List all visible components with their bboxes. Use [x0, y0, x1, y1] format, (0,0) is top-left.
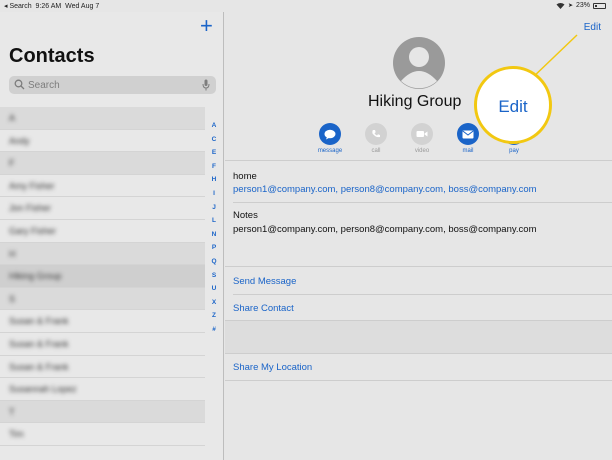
share-location-link[interactable]: Share My Location	[233, 362, 312, 373]
section-header: A	[0, 107, 205, 130]
divider	[233, 202, 612, 203]
section-header: F	[0, 152, 205, 175]
list-item[interactable]: Gary Fisher	[0, 220, 205, 243]
divider	[225, 266, 612, 267]
microphone-icon[interactable]	[202, 79, 210, 91]
section-header: H	[0, 242, 205, 266]
status-date: Wed Aug 7	[65, 3, 100, 10]
edit-callout: Edit	[474, 66, 552, 144]
index-letter[interactable]: I	[207, 187, 221, 201]
status-left: ◂ Search 9:26 AM Wed Aug 7	[4, 2, 99, 10]
index-letter[interactable]: U	[207, 282, 221, 296]
section-letter: F	[9, 158, 15, 169]
edit-callout-label: Edit	[498, 97, 528, 116]
status-time: 9:26 AM	[35, 3, 62, 10]
section-gap	[225, 321, 612, 353]
index-letter[interactable]: F	[207, 160, 221, 174]
location-icon: ➤	[567, 3, 573, 9]
list-item[interactable]: Susan & Frank	[0, 310, 205, 333]
contact-name-blurred: Tim	[9, 429, 24, 440]
list-item[interactable]: Susannah Lopez	[0, 378, 205, 401]
contacts-sidebar: + Contacts Search A Andy F Amy Fisher Jon Fi…	[0, 12, 224, 460]
contact-name-blurred: Andy	[9, 135, 30, 146]
search-icon	[14, 79, 25, 90]
call-action-button: call	[361, 123, 391, 154]
index-letter[interactable]: P	[207, 241, 221, 255]
contact-name-blurred: Gary Fisher	[9, 225, 57, 236]
email-recipient[interactable]: person8@company.com	[341, 184, 443, 195]
action-label: pay	[509, 148, 519, 154]
action-label: call	[371, 148, 381, 154]
list-item[interactable]: Hiking Group	[0, 265, 205, 288]
contact-list: A Andy F Amy Fisher Jon Fisher Gary Fisher H Hi…	[0, 107, 205, 446]
list-item[interactable]: Susan & Frank	[0, 356, 205, 379]
index-letter[interactable]: H	[207, 173, 221, 187]
wifi-icon	[556, 2, 565, 9]
back-to-search-link[interactable]: ◂ Search	[4, 3, 32, 10]
section-header: T	[0, 400, 205, 424]
notes-label: Notes	[233, 210, 258, 221]
index-letter[interactable]: Q	[207, 255, 221, 269]
alphabet-index[interactable]: A C E F H I J L N P Q S U X Z #	[207, 119, 221, 337]
email-recipient[interactable]: boss@company.com	[448, 184, 536, 195]
index-letter[interactable]: S	[207, 269, 221, 283]
notes-text[interactable]: person1@company.com, person8@company.com…	[233, 224, 537, 235]
send-message-link[interactable]: Send Message	[233, 276, 296, 287]
phone-icon	[365, 123, 387, 145]
contact-name-blurred: Susan & Frank	[9, 316, 69, 327]
index-letter[interactable]: E	[207, 146, 221, 160]
contact-name-blurred: Susan & Frank	[9, 361, 69, 372]
battery-icon	[593, 2, 606, 9]
add-contact-button[interactable]: +	[200, 15, 213, 37]
page-title: Contacts	[9, 45, 95, 67]
list-item[interactable]: Jon Fisher	[0, 197, 205, 220]
section-letter: H	[9, 248, 16, 259]
index-letter[interactable]: Z	[207, 309, 221, 323]
list-item[interactable]: Susan & Frank	[0, 333, 205, 356]
list-item[interactable]: Amy Fisher	[0, 175, 205, 198]
search-placeholder: Search	[28, 80, 60, 91]
index-letter[interactable]: A	[207, 119, 221, 133]
contact-name-blurred: Amy Fisher	[9, 180, 55, 191]
index-letter[interactable]: L	[207, 214, 221, 228]
contact-name-blurred: Jon Fisher	[9, 203, 52, 214]
contact-name-blurred: Susannah Lopez	[9, 384, 77, 395]
section-letter: S	[9, 293, 16, 304]
contact-detail: Edit Hiking Group messagecallvideomail$p…	[225, 12, 612, 460]
video-icon	[411, 123, 433, 145]
index-letter[interactable]: X	[207, 296, 221, 310]
index-letter[interactable]: #	[207, 323, 221, 337]
index-letter[interactable]: C	[207, 133, 221, 147]
section-header: S	[0, 287, 205, 311]
action-label: mail	[462, 148, 474, 154]
message-icon	[319, 123, 341, 145]
mail-icon	[457, 123, 479, 145]
list-item[interactable]: Andy	[0, 130, 205, 153]
message-action-button[interactable]: message	[315, 123, 345, 154]
share-contact-link[interactable]: Share Contact	[233, 303, 294, 314]
divider	[225, 380, 612, 381]
video-action-button: video	[407, 123, 437, 154]
contact-name-blurred: Hiking Group	[9, 271, 62, 282]
contact-name-blurred: Susan & Frank	[9, 338, 69, 349]
action-label: message	[317, 148, 343, 154]
divider	[233, 294, 612, 295]
search-input[interactable]: Search	[9, 76, 216, 94]
index-letter[interactable]: J	[207, 201, 221, 215]
divider	[225, 353, 612, 354]
email-recipients[interactable]: person1@company.com, person8@company.com…	[233, 184, 537, 195]
battery-percent: 23%	[575, 2, 590, 9]
index-letter[interactable]: N	[207, 228, 221, 242]
status-right: ➤ 23%	[556, 2, 606, 9]
status-bar: ◂ Search 9:26 AM Wed Aug 7 ➤ 23%	[0, 0, 612, 12]
mail-action-button[interactable]: mail	[453, 123, 483, 154]
list-item[interactable]: Tim	[0, 423, 205, 446]
email-label: home	[233, 171, 257, 182]
action-label: video	[414, 148, 430, 154]
section-letter: T	[9, 406, 15, 417]
email-recipient[interactable]: person1@company.com	[233, 184, 335, 195]
section-letter: A	[9, 113, 16, 123]
divider	[225, 160, 612, 161]
